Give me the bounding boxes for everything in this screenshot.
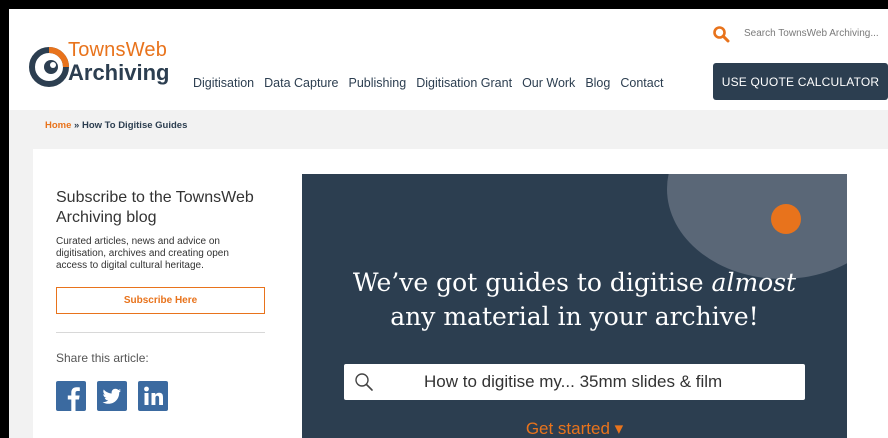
logo-text-archiving: Archiving: [68, 60, 170, 85]
browser-frame: TownsWeb Archiving Digitisation Data Cap…: [9, 9, 888, 438]
sidebar: Subscribe to the TownsWeb Archiving blog…: [56, 188, 266, 411]
hero-decorative-circle: [667, 174, 847, 279]
share-label: Share this article:: [56, 351, 149, 365]
breadcrumb: Home » How To Digitise Guides: [45, 120, 187, 131]
nav-item-contact[interactable]: Contact: [620, 76, 663, 90]
twitter-icon[interactable]: [97, 381, 127, 411]
site-header: TownsWeb Archiving Digitisation Data Cap…: [9, 9, 888, 110]
search-icon[interactable]: [712, 25, 730, 43]
hero-heading: We’ve got guides to digitise almost any …: [302, 266, 847, 334]
guide-search-input[interactable]: How to digitise my... 35mm slides & film: [424, 372, 722, 392]
nav-item-data-capture[interactable]: Data Capture: [264, 76, 338, 90]
social-share-icons: [56, 381, 266, 411]
main-content: Subscribe to the TownsWeb Archiving blog…: [33, 149, 888, 438]
search-input[interactable]: Search TownsWeb Archiving...: [744, 28, 879, 39]
breadcrumb-current: How To Digitise Guides: [81, 120, 188, 131]
site-logo[interactable]: TownsWeb Archiving: [29, 39, 179, 91]
nav-item-digitisation[interactable]: Digitisation: [193, 76, 254, 90]
nav-item-blog[interactable]: Blog: [585, 76, 610, 90]
hero-heading-part1: We’ve got guides to digitise: [352, 268, 712, 297]
breadcrumb-home-link[interactable]: Home: [45, 120, 71, 131]
get-started-link[interactable]: Get started ▾: [302, 419, 847, 438]
hero-decorative-dot: [771, 204, 801, 234]
main-nav: Digitisation Data Capture Publishing Dig…: [193, 76, 663, 90]
subscribe-button[interactable]: Subscribe Here: [56, 287, 265, 314]
logo-text-townsweb: TownsWeb: [68, 39, 168, 61]
breadcrumb-separator: »: [71, 120, 82, 131]
guide-search-box[interactable]: How to digitise my... 35mm slides & film: [344, 364, 805, 400]
sidebar-divider: [56, 332, 265, 333]
search-icon: [355, 373, 373, 391]
quote-calculator-button[interactable]: USE QUOTE CALCULATOR: [713, 63, 888, 100]
nav-item-our-work[interactable]: Our Work: [522, 76, 575, 90]
linkedin-icon[interactable]: [138, 381, 168, 411]
nav-item-publishing[interactable]: Publishing: [349, 76, 407, 90]
hero-banner: We’ve got guides to digitise almost any …: [302, 174, 847, 438]
site-search[interactable]: Search TownsWeb Archiving...: [712, 23, 888, 45]
nav-item-digitisation-grant[interactable]: Digitisation Grant: [416, 76, 512, 90]
facebook-icon[interactable]: [56, 381, 86, 411]
logo-mark-icon: [29, 47, 69, 87]
subscribe-description: Curated articles, news and advice on dig…: [56, 236, 229, 271]
hero-heading-part2: any material in your archive!: [390, 302, 759, 331]
hero-heading-emphasis: almost: [711, 268, 797, 297]
subscribe-title: Subscribe to the TownsWeb Archiving blog: [56, 189, 254, 226]
